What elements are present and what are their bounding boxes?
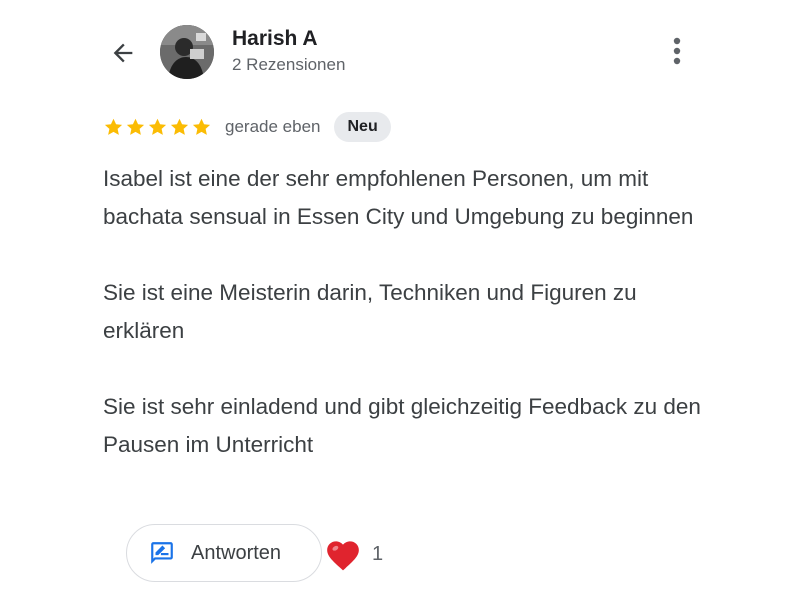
review-paragraph: Sie ist eine Meisterin darin, Techniken …	[103, 280, 637, 343]
review-text: Isabel ist eine der sehr empfohlenen Per…	[103, 160, 703, 502]
more-vert-icon	[673, 37, 681, 65]
star-icon	[126, 118, 145, 135]
heart-icon	[327, 541, 359, 571]
avatar[interactable]	[160, 25, 214, 79]
rating-row: gerade eben Neu	[103, 111, 391, 143]
star-icon	[192, 118, 211, 135]
new-badge: Neu	[334, 112, 391, 142]
more-options-button[interactable]	[660, 34, 694, 68]
back-button[interactable]	[104, 34, 142, 72]
star-icon	[104, 118, 123, 135]
star-icon	[148, 118, 167, 135]
reaction-count: 1	[372, 542, 384, 565]
reply-button[interactable]: Antworten	[126, 524, 322, 582]
star-rating	[103, 117, 212, 138]
reply-button-label: Antworten	[191, 541, 282, 564]
rate-review-icon	[151, 542, 173, 564]
review-time: gerade eben	[225, 117, 321, 136]
heart-reaction[interactable]: 1	[324, 534, 383, 574]
star-icon	[170, 118, 189, 135]
reviewer-review-count: 2 Rezensionen	[232, 55, 346, 74]
review-paragraph: Sie ist sehr einladend und gibt gleichze…	[103, 394, 701, 457]
review-paragraph: Isabel ist eine der sehr empfohlenen Per…	[103, 166, 694, 229]
reviewer-name[interactable]: Harish A	[232, 27, 318, 51]
arrow-back-icon	[113, 43, 133, 63]
